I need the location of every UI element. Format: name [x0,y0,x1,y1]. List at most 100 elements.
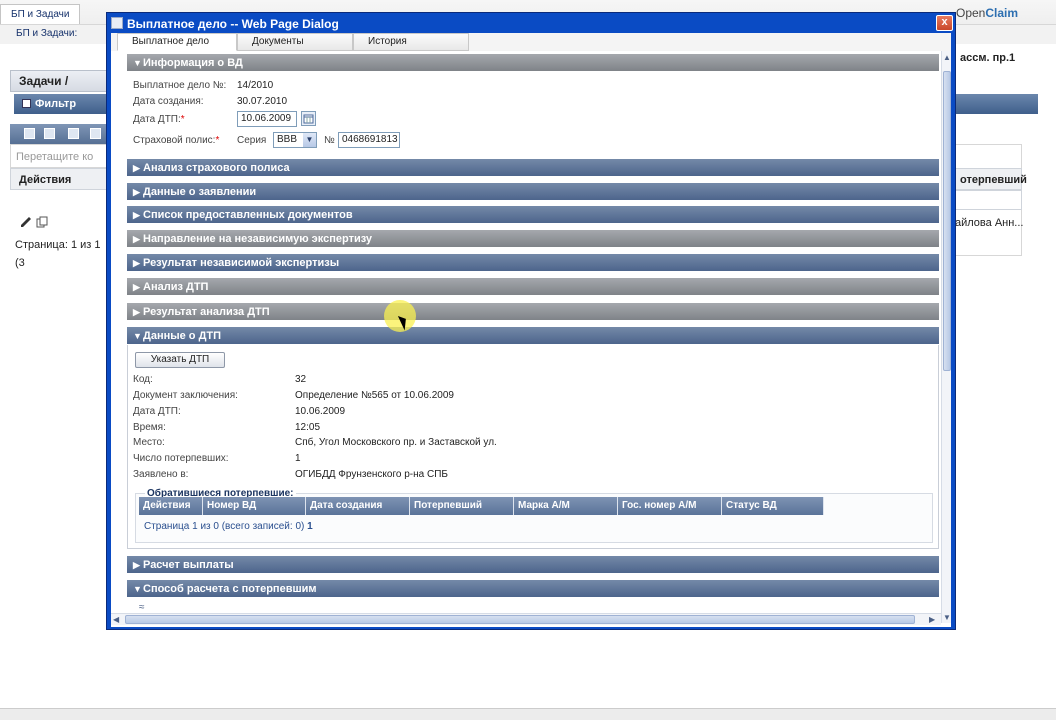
declared-in-value: ОГИБДД Фрунзенского р-на СПБ [295,469,448,480]
series-select-value: ВВВ [277,134,298,145]
col-plate[interactable]: Гос. номер А/М [618,497,722,515]
vertical-scroll-thumb[interactable] [943,71,951,371]
triangle-right-icon: ▶ [133,560,140,570]
triangle-down-icon: ▼ [133,331,142,341]
dtp-place-label: Место: [133,437,165,448]
scroll-up-icon[interactable]: ▲ [943,53,951,62]
openclaim-logo: OpenClaim [956,6,1018,20]
section-title: Анализ ДТП [143,281,209,293]
scroll-right-icon[interactable]: ▶ [929,615,935,624]
dtp-time-label: Время: [133,422,166,433]
export-icon[interactable] [90,128,101,139]
col-victim[interactable]: Потерпевший [410,497,514,515]
section-expertise-direction[interactable]: ▶ Направление на независимую экспертизу [127,229,939,247]
tab-strip: Выплатное дело Документы История [111,33,951,51]
filter-label: Фильтр [35,98,77,110]
col-car-brand[interactable]: Марка А/М [514,497,618,515]
section-expertise-result[interactable]: ▶ Результат независимой экспертизы [127,253,939,271]
col-actions[interactable]: Действия [139,497,203,515]
dtp-code-value: 32 [295,374,307,385]
policy-label-text: Страховой полис: [133,135,216,146]
section-title: Направление на независимую экспертизу [143,233,373,245]
col-status[interactable]: Статус ВД [722,497,824,515]
scroll-left-icon[interactable]: ◀ [113,615,119,624]
section-policy-analysis[interactable]: ▶ Анализ страхового полиса [127,158,939,176]
right-panel-title: ассм. пр.1 [960,52,1016,64]
section-calc-method[interactable]: ▼Способ расчета с потерпевшим [127,579,939,597]
section-title: Информация о ВД [143,57,243,69]
case-no-value: 14/2010 [237,80,274,91]
tab-history[interactable]: История [353,33,469,51]
group-drag-hint: Перетащите ко [10,144,108,168]
actions-column-header: Действия [10,168,108,190]
created-label: Дата создания: [133,96,204,107]
horizontal-scrollbar[interactable]: ◀ ▶ [111,613,941,625]
section-dtp-analysis[interactable]: ▶ Анализ ДТП [127,277,939,295]
filter-bar-right [955,94,1038,114]
section-claim-data[interactable]: ▶ Данные о заявлении [127,182,939,200]
calendar-icon[interactable] [301,111,316,126]
columns-icon[interactable] [68,128,79,139]
section-payment-calc[interactable]: ▶ Расчет выплаты [127,555,939,573]
section-dtp-analysis-result[interactable]: ▶ Результат анализа ДТП [127,302,939,320]
created-value: 30.07.2010 [237,96,288,107]
section-dtp-data[interactable]: ▼Данные о ДТП [127,326,939,344]
dialog-body: Выплатное дело Документы История ▼Информ… [111,33,951,627]
triangle-right-icon: ▶ [133,210,140,220]
series-select[interactable]: ВВВ ▼ [273,132,317,148]
triangle-right-icon: ▶ [133,163,140,173]
close-icon[interactable]: x [936,15,953,31]
section-title: Данные о заявлении [143,186,257,198]
policy-number-input[interactable]: 0468691813 [338,132,400,148]
dialog-content: ▼Информация о ВД Выплатное дело №: 14/20… [111,51,941,627]
scroll-down-icon[interactable]: ▼ [943,613,951,622]
tab-payout-case[interactable]: Выплатное дело [117,33,237,51]
app-tab-bp[interactable]: БП и Задачи [0,4,81,24]
dtp-code-label: Код: [133,374,153,385]
policy-label: Страховой полис:* [133,135,219,146]
section-title: Расчет выплаты [143,559,234,571]
series-label: Серия [237,135,267,146]
case-no-label: Выплатное дело №: [133,80,227,91]
copy-icon[interactable] [36,216,48,231]
required-mark: * [215,135,220,146]
dtp-date-label: Дата ДТП:* [133,114,185,125]
col-case-no[interactable]: Номер ВД [203,497,306,515]
chevron-down-icon: ▼ [303,133,316,147]
victim-column-header: отерпевший [955,168,1027,190]
section-docs-list[interactable]: ▶ Список предоставленных документов [127,205,939,223]
section-vd-info[interactable]: ▼Информация о ВД [127,53,939,71]
tab-documents[interactable]: Документы [237,33,353,51]
triangle-right-icon: ▶ [133,282,140,292]
add-icon[interactable] [24,128,35,139]
logo-text-open: Open [956,6,986,20]
dtp-date2-label: Дата ДТП: [133,406,181,417]
toolbar-label: БП и Задачи: [16,28,78,39]
victims-page-link[interactable]: 1 [307,521,313,532]
filter-panel-header[interactable]: Фильтр [14,94,108,114]
dtp-date-label-text: Дата ДТП: [133,114,181,125]
declared-in-label: Заявлено в: [133,469,189,480]
status-bar [0,708,1056,720]
tree-icon[interactable] [44,128,55,139]
triangle-right-icon: ▶ [133,307,140,317]
checkbox-icon [22,99,31,108]
col-created[interactable]: Дата создания [306,497,410,515]
victim-filter-input[interactable] [955,190,1022,210]
horizontal-scroll-thumb[interactable] [125,615,915,624]
grid-toolbar [10,124,108,144]
edit-icon[interactable] [20,216,32,231]
section-title: Анализ страхового полиса [143,162,290,174]
victims-pager-text: Страница 1 из 0 (всего записей: 0) [144,521,305,532]
triangle-down-icon: ▼ [133,58,142,68]
triangle-right-icon: ▶ [133,234,140,244]
number-label: № [324,135,335,146]
logo-text-claim: Claim [985,6,1019,20]
specify-dtp-button[interactable]: Указать ДТП [135,352,225,368]
dtp-place-value: Спб, Угол Московского пр. и Заставской у… [295,437,497,448]
loading-icon: ≈ [139,602,145,613]
dtp-date-input[interactable]: 10.06.2009 [237,111,297,127]
vertical-scrollbar[interactable]: ▲ ▼ [941,51,951,623]
grid-pager: Страница: 1 из 1 (3 [15,239,101,269]
triangle-right-icon: ▶ [133,258,140,268]
